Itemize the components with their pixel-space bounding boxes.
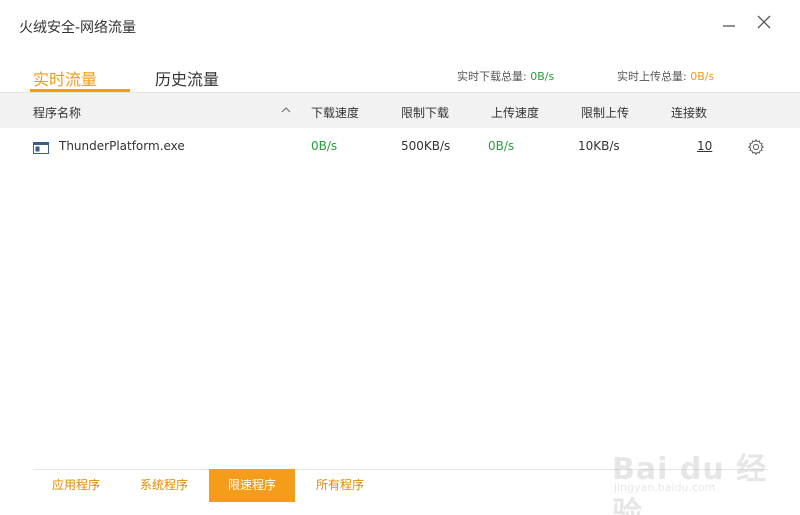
title-bar: 火绒安全-网络流量: [0, 0, 800, 52]
download-speed: 0B/s: [311, 139, 338, 153]
header-upload-limit[interactable]: 限制上传: [581, 104, 629, 121]
window-title: 火绒安全-网络流量: [19, 20, 137, 36]
download-total-value: 0B/s: [530, 70, 555, 83]
watermark-url: jingyan.baidu.com: [614, 481, 716, 494]
close-icon: [757, 15, 771, 29]
download-limit: 500KB/s: [401, 139, 451, 153]
table-row[interactable]: ThunderPlatform.exe 0B/s 500KB/s 0B/s 10…: [0, 129, 800, 165]
table-header: 程序名称 下载速度 限制下载 上传速度 限制上传 连接数: [0, 92, 800, 128]
download-total: 实时下载总量: 0B/s: [457, 68, 554, 84]
minimize-icon: [723, 25, 735, 27]
connections-link[interactable]: 10: [697, 139, 712, 153]
upload-speed: 0B/s: [488, 139, 515, 153]
upload-total-value: 0B/s: [690, 70, 715, 83]
program-name: ThunderPlatform.exe: [59, 139, 185, 153]
footer-tab-system[interactable]: 系统程序: [121, 469, 207, 502]
header-download-limit[interactable]: 限制下载: [401, 104, 449, 121]
upload-total: 实时上传总量: 0B/s: [617, 68, 714, 84]
header-program-name[interactable]: 程序名称: [33, 104, 81, 121]
upload-total-label: 实时上传总量:: [617, 70, 687, 83]
header-connections[interactable]: 连接数: [671, 104, 707, 121]
tab-history-traffic[interactable]: 历史流量: [155, 66, 219, 90]
download-total-label: 实时下载总量:: [457, 70, 527, 83]
sort-up-icon[interactable]: [280, 105, 292, 115]
traffic-tabs: 实时流量 历史流量 实时下载总量: 0B/s 实时上传总量: 0B/s: [0, 60, 800, 92]
watermark-logo: Bai du 经验: [612, 452, 768, 515]
footer-tab-limited[interactable]: 限速程序: [209, 469, 295, 502]
close-button[interactable]: [754, 12, 774, 32]
tab-realtime-traffic[interactable]: 实时流量: [33, 66, 97, 90]
footer-tab-apps[interactable]: 应用程序: [33, 469, 119, 502]
header-upload-speed[interactable]: 上传速度: [491, 104, 539, 121]
settings-gear-icon[interactable]: [747, 138, 765, 156]
header-download-speed[interactable]: 下载速度: [311, 104, 359, 121]
minimize-button[interactable]: [719, 12, 739, 32]
footer-tab-all[interactable]: 所有程序: [297, 469, 383, 502]
baidu-jingyan-watermark: Bai du 经验 jingyan.baidu.com: [610, 430, 770, 515]
app-window-icon: [33, 142, 49, 154]
upload-limit: 10KB/s: [578, 139, 620, 153]
